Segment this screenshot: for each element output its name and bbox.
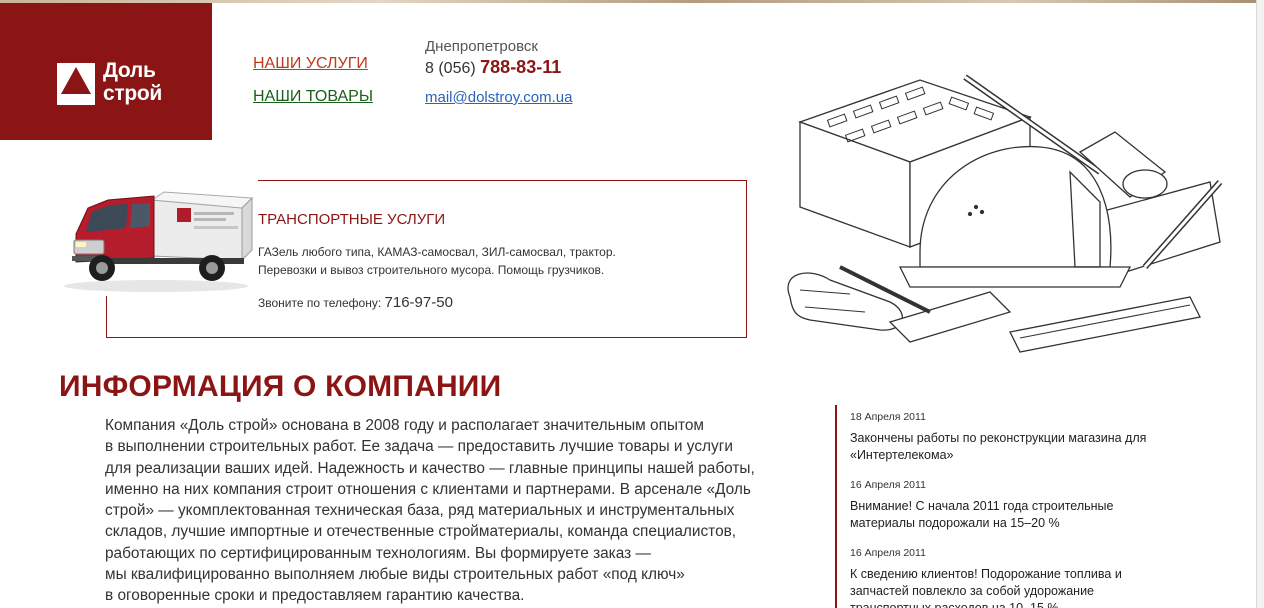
info-line: в оговоренные сроки и предоставляем гара… (105, 587, 525, 605)
news-item[interactable]: 16 Апреля 2011 К сведению клиентов! Подо… (850, 545, 1160, 608)
transport-phone-number: 716-97-50 (384, 294, 453, 311)
phone-number: 788-83-11 (480, 57, 562, 77)
logo[interactable]: Доль строй (0, 3, 212, 140)
news-text[interactable]: Внимание! С начала 2011 года строительны… (850, 498, 1160, 532)
company-info-title: ИНФОРМАЦИЯ О КОМПАНИИ (59, 370, 502, 403)
transport-phone-label: Звоните по телефону: (258, 296, 382, 310)
news-item[interactable]: 18 Апреля 2011 Закончены работы по рекон… (850, 409, 1160, 464)
news-text[interactable]: К сведению клиентов! Подорожание топлива… (850, 566, 1160, 608)
logo-text: Доль строй (103, 59, 162, 105)
info-line: работающих по сертифицированным технолог… (105, 544, 651, 562)
nav-goods-link[interactable]: НАШИ ТОВАРЫ (253, 88, 373, 106)
truck-image (54, 178, 258, 296)
info-line: для реализации ваших идей. Надежность и … (105, 459, 755, 477)
phone-prefix: 8 (056) (425, 60, 476, 77)
transport-title: ТРАНСПОРТНЫЕ УСЛУГИ (258, 211, 446, 228)
info-line: Компания «Доль строй» основана в 2008 го… (105, 417, 704, 434)
info-line: строй» — укомплектованная техническая ба… (105, 502, 735, 520)
nav-services-link[interactable]: НАШИ УСЛУГИ (253, 55, 368, 73)
contact-phone: 8 (056) 788-83-11 (425, 57, 561, 78)
news-date: 16 Апреля 2011 (850, 547, 926, 559)
window-scrollbar[interactable] (1256, 0, 1264, 608)
transport-phone: Звоните по телефону: 716-97-50 (258, 294, 453, 311)
construction-tools-illustration (770, 62, 1230, 362)
logo-line-1: Доль (103, 59, 156, 82)
contact-email-link[interactable]: mail@dolstroy.com.ua (425, 89, 573, 106)
transport-desc-line-2: Перевозки и вывоз строительного мусора. … (258, 263, 605, 277)
contact-city: Днепропетровск (425, 38, 538, 55)
company-info-text: Компания «Доль строй» основана в 2008 го… (105, 415, 795, 607)
info-line: мы квалифицированно выполняем любые виды… (105, 566, 685, 584)
info-line: складов, лучшие импортные и отечественны… (105, 523, 737, 541)
transport-desc-line-1: ГАЗель любого типа, КАМАЗ-самосвал, ЗИЛ-… (258, 245, 616, 259)
info-line: именно на них компания строит отношения … (105, 480, 751, 498)
news-date: 18 Апреля 2011 (850, 411, 926, 423)
news-date: 16 Апреля 2011 (850, 479, 926, 491)
news-item[interactable]: 16 Апреля 2011 Внимание! С начала 2011 г… (850, 477, 1160, 532)
logo-mark-icon (57, 63, 95, 105)
news-text[interactable]: Закончены работы по реконструкции магази… (850, 430, 1160, 464)
news-column: 18 Апреля 2011 Закончены работы по рекон… (835, 405, 1165, 608)
logo-line-2: строй (103, 82, 163, 105)
info-line: в выполнении строительных работ. Ее зада… (105, 438, 733, 456)
